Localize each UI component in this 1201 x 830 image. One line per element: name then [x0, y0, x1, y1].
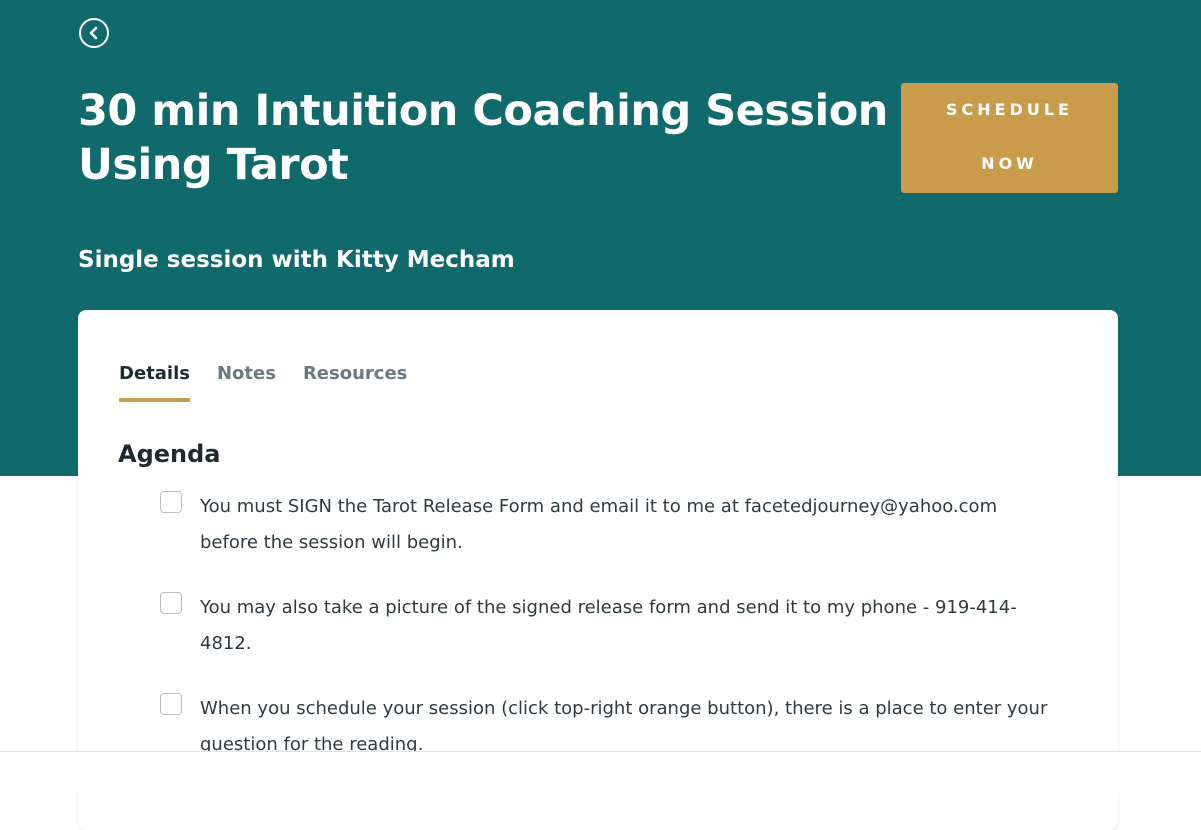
agenda-item: You may also take a picture of the signe… [160, 591, 1060, 662]
agenda-item-text: You may also take a picture of the signe… [200, 597, 1017, 654]
schedule-button-line2: NOW [981, 154, 1038, 173]
agenda-item-text: You must SIGN the Tarot Release Form and… [200, 496, 998, 553]
session-subtitle: Single session with Kitty Mecham [78, 247, 515, 273]
tab-bar: Details Notes Resources [119, 360, 407, 402]
agenda-checkbox[interactable] [160, 693, 182, 715]
chevron-left-icon [89, 26, 98, 40]
agenda-item: You must SIGN the Tarot Release Form and… [160, 490, 1060, 561]
schedule-now-button[interactable]: SCHEDULE NOW [901, 83, 1118, 193]
back-button[interactable] [79, 18, 109, 48]
tab-resources[interactable]: Resources [303, 360, 407, 402]
schedule-button-line1: SCHEDULE [946, 100, 1073, 119]
agenda-checkbox[interactable] [160, 491, 182, 513]
agenda-checkbox[interactable] [160, 592, 182, 614]
tab-details[interactable]: Details [119, 360, 190, 402]
tab-notes[interactable]: Notes [217, 360, 276, 402]
page-title: 30 min Intuition Coaching Session Using … [78, 86, 888, 190]
agenda-list: You must SIGN the Tarot Release Form and… [160, 490, 1060, 793]
agenda-heading: Agenda [118, 440, 221, 468]
footer-bar [0, 751, 1201, 793]
